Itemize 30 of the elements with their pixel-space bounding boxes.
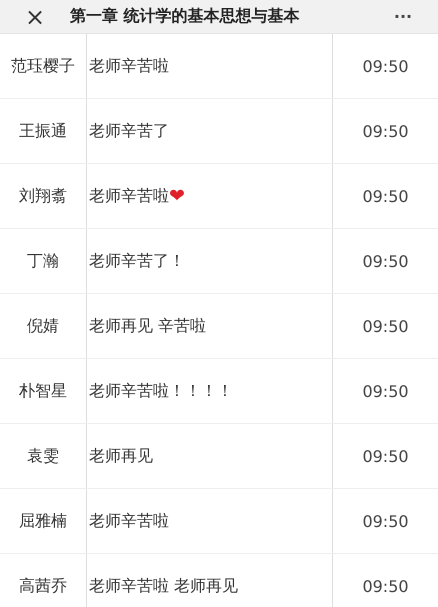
message-cell: 老师再见 (87, 424, 333, 488)
page-title: 第一章 统计学的基本思想与基本 (70, 6, 301, 27)
message-cell: 老师再见 辛苦啦 (87, 294, 333, 358)
name-cell: 屈雅楠 (0, 489, 87, 553)
name-cell: 袁雯 (0, 424, 87, 488)
time-cell-text: 09:50 (361, 380, 410, 402)
name-cell: 高茜乔 (0, 554, 87, 607)
message-cell: 老师辛苦啦 老师再见 (87, 554, 333, 607)
time-cell-text: 09:50 (361, 576, 410, 598)
time-cell-text: 09:50 (361, 186, 410, 208)
message-cell: 老师辛苦了！ (87, 229, 333, 293)
message-cell: 老师辛苦啦！！！！ (87, 359, 333, 423)
time-cell-text: 09:50 (361, 56, 410, 78)
name-cell: 刘翔翥 (0, 164, 87, 228)
message-cell: 老师辛苦了 (87, 99, 333, 163)
time-cell-text: 09:50 (361, 120, 410, 142)
time-cell-text: 09:50 (361, 316, 410, 338)
message-cell: 老师辛苦啦 (87, 34, 333, 98)
message-cell: 老师辛苦啦 (87, 489, 333, 553)
name-cell: 丁瀚 (0, 229, 87, 293)
more-button[interactable]: ··· (368, 7, 438, 26)
time-cell-text: 09:50 (361, 446, 410, 468)
name-cell: 王振通 (0, 99, 87, 163)
message-cell: 老师辛苦啦❤ (87, 164, 333, 228)
name-cell: 范珏樱子 (0, 34, 87, 98)
name-cell: 倪婧 (0, 294, 87, 358)
time-cell-text: 09:50 (361, 250, 410, 272)
name-cell: 朴智星 (0, 359, 87, 423)
close-button[interactable]: × (0, 4, 70, 28)
time-cell-text: 09:50 (361, 510, 410, 532)
